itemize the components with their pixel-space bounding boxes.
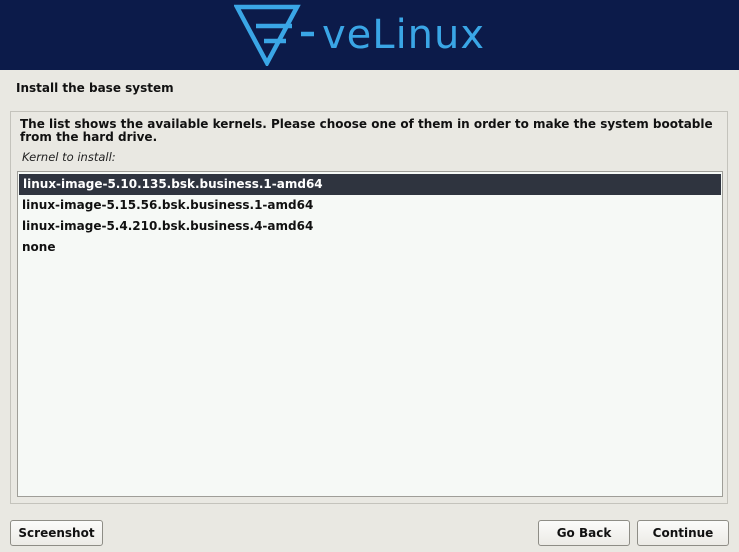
kernel-list-item[interactable]: linux-image-5.15.56.bsk.business.1-amd64 [18, 195, 722, 216]
page-title: Install the base system [16, 81, 174, 95]
header-banner: veLinux [0, 0, 739, 70]
velinux-logo-text: veLinux [322, 12, 486, 58]
continue-button[interactable]: Continue [637, 520, 729, 546]
description-text: The list shows the available kernels. Pl… [20, 117, 713, 144]
kernel-list-item[interactable]: linux-image-5.4.210.bsk.business.4-amd64 [18, 216, 722, 237]
velinux-logo-icon [234, 4, 314, 66]
kernel-list-item[interactable]: none [18, 237, 722, 258]
kernel-list[interactable]: linux-image-5.10.135.bsk.business.1-amd6… [17, 171, 723, 497]
go-back-button[interactable]: Go Back [538, 520, 630, 546]
kernel-list-item[interactable]: linux-image-5.10.135.bsk.business.1-amd6… [19, 174, 721, 195]
kernel-list-label: Kernel to install: [22, 150, 116, 164]
velinux-logo: veLinux [234, 4, 485, 66]
screenshot-button[interactable]: Screenshot [10, 520, 103, 546]
